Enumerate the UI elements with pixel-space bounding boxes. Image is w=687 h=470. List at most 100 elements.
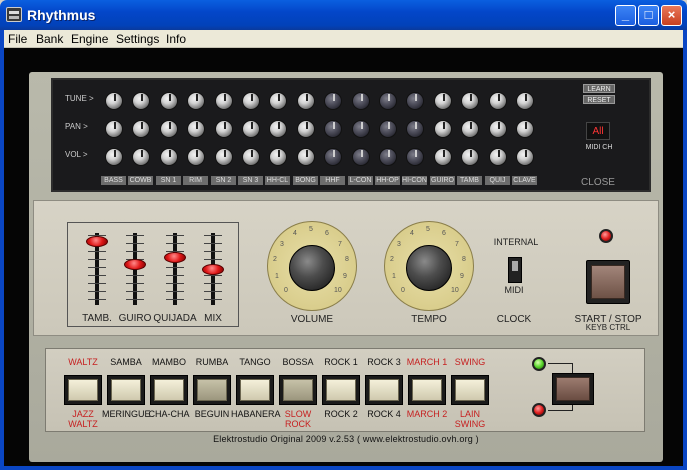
- mixer-knob-vol[interactable]: [324, 148, 342, 166]
- mixer-knob-vol[interactable]: [379, 148, 397, 166]
- mixer-knob-pan[interactable]: [269, 120, 287, 138]
- rhythm-top-label: MAMBO: [151, 357, 186, 367]
- volume-knob[interactable]: [289, 245, 335, 291]
- mixer-knob-vol[interactable]: [297, 148, 315, 166]
- menu-settings[interactable]: Settings: [116, 32, 159, 46]
- fader-tick: [204, 291, 222, 292]
- learn-button[interactable]: LEARN: [583, 84, 615, 93]
- mixer-knob-pan[interactable]: [105, 120, 123, 138]
- mixer-knob-pan[interactable]: [352, 120, 370, 138]
- mixer-knob-vol[interactable]: [516, 148, 534, 166]
- rhythm-button[interactable]: [322, 375, 360, 405]
- mixer-knob-tune[interactable]: [352, 92, 370, 110]
- close-button[interactable]: ×: [661, 5, 682, 26]
- rhythm-button[interactable]: [236, 375, 274, 405]
- mixer-knob-vol[interactable]: [461, 148, 479, 166]
- mixer-close-button[interactable]: CLOSE: [576, 177, 620, 188]
- mixer-knob-pan[interactable]: [215, 120, 233, 138]
- mixer-knob-vol[interactable]: [269, 148, 287, 166]
- fader-handle[interactable]: [202, 264, 224, 275]
- rhythm-button[interactable]: [408, 375, 446, 405]
- rhythm-button[interactable]: [64, 375, 102, 405]
- title-bar: Rhythmus _ □ ×: [0, 0, 687, 30]
- mixer-knob-tune[interactable]: [132, 92, 150, 110]
- rhythm-button[interactable]: [451, 375, 489, 405]
- maximize-button[interactable]: □: [638, 5, 659, 26]
- mixer-knob-pan[interactable]: [160, 120, 178, 138]
- rhythm-bottom-label-line1: LAIN: [459, 409, 480, 419]
- clock-switch[interactable]: [508, 257, 522, 283]
- row-label-vol: VOL >: [65, 150, 88, 159]
- menu-engine[interactable]: Engine: [71, 32, 108, 46]
- mixer-knob-tune[interactable]: [242, 92, 260, 110]
- mixer-knob-tune[interactable]: [297, 92, 315, 110]
- mixer-knob-tune[interactable]: [489, 92, 507, 110]
- reset-button[interactable]: RESET: [583, 95, 615, 104]
- rhythm-bottom-label-line2: ROCK: [284, 419, 311, 429]
- mixer-knob-tune[interactable]: [324, 92, 342, 110]
- mixer-knob-vol[interactable]: [406, 148, 424, 166]
- mixer-knob-vol[interactable]: [489, 148, 507, 166]
- mixer-knob-pan[interactable]: [324, 120, 342, 138]
- mixer-knob-pan[interactable]: [242, 120, 260, 138]
- rhythm-bottom-label: CHA-CHA: [145, 409, 193, 419]
- rhythm-button-face: [154, 379, 184, 401]
- mixer-knob-pan[interactable]: [187, 120, 205, 138]
- menu-bar: File Bank Engine Settings Info: [0, 30, 687, 48]
- mixer-knob-vol[interactable]: [215, 148, 233, 166]
- mixer-knob-tune[interactable]: [105, 92, 123, 110]
- rhythm-button[interactable]: [150, 375, 188, 405]
- rhythm-bottom-label: MERINGUE: [102, 409, 151, 419]
- fader-tick: [88, 267, 106, 268]
- channel-label: HH-OP: [375, 176, 400, 185]
- variation-button[interactable]: [552, 373, 594, 405]
- fader-tick: [126, 299, 144, 300]
- dial-scale-number: 6: [325, 230, 329, 237]
- mixer-knob-tune[interactable]: [269, 92, 287, 110]
- fader-handle[interactable]: [164, 252, 186, 263]
- dial-scale-number: 3: [397, 241, 401, 248]
- mixer-knob-pan[interactable]: [406, 120, 424, 138]
- rhythm-button[interactable]: [365, 375, 403, 405]
- mixer-knob-vol[interactable]: [352, 148, 370, 166]
- mixer-knob-pan[interactable]: [516, 120, 534, 138]
- mixer-knob-tune[interactable]: [379, 92, 397, 110]
- mixer-knob-vol[interactable]: [187, 148, 205, 166]
- mixer-knob-vol[interactable]: [132, 148, 150, 166]
- mixer-knob-vol[interactable]: [434, 148, 452, 166]
- rhythm-button[interactable]: [107, 375, 145, 405]
- rhythm-bottom-label: MARCH 2: [403, 409, 451, 419]
- menu-file[interactable]: File: [8, 32, 27, 46]
- mixer-knob-tune[interactable]: [434, 92, 452, 110]
- fader-handle[interactable]: [124, 259, 146, 270]
- fader-handle[interactable]: [86, 236, 108, 247]
- mixer-knob-tune[interactable]: [160, 92, 178, 110]
- menu-bank[interactable]: Bank: [36, 32, 63, 46]
- channel-label: TAMB: [457, 176, 482, 185]
- mixer-knob-vol[interactable]: [242, 148, 260, 166]
- mixer-knob-pan[interactable]: [297, 120, 315, 138]
- dial-scale-number: 10: [334, 287, 342, 294]
- mixer-knob-pan[interactable]: [132, 120, 150, 138]
- rhythm-button[interactable]: [193, 375, 231, 405]
- mixer-knob-pan[interactable]: [461, 120, 479, 138]
- mixer-knob-tune[interactable]: [187, 92, 205, 110]
- start-stop-button[interactable]: [586, 260, 630, 304]
- mixer-knob-vol[interactable]: [160, 148, 178, 166]
- dial-scale-number: 0: [401, 287, 405, 294]
- mixer-knob-pan[interactable]: [489, 120, 507, 138]
- fader-tick: [88, 275, 106, 276]
- minimize-button[interactable]: _: [615, 5, 636, 26]
- menu-info[interactable]: Info: [166, 32, 186, 46]
- mixer-knob-tune[interactable]: [516, 92, 534, 110]
- mixer-knob-tune[interactable]: [215, 92, 233, 110]
- midi-channel-display[interactable]: All: [586, 122, 610, 140]
- mixer-knob-tune[interactable]: [406, 92, 424, 110]
- mixer-knob-tune[interactable]: [461, 92, 479, 110]
- channel-label: CLAVE: [512, 176, 537, 185]
- mixer-knob-pan[interactable]: [434, 120, 452, 138]
- mixer-knob-pan[interactable]: [379, 120, 397, 138]
- rhythm-button[interactable]: [279, 375, 317, 405]
- tempo-knob[interactable]: [406, 245, 452, 291]
- mixer-knob-vol[interactable]: [105, 148, 123, 166]
